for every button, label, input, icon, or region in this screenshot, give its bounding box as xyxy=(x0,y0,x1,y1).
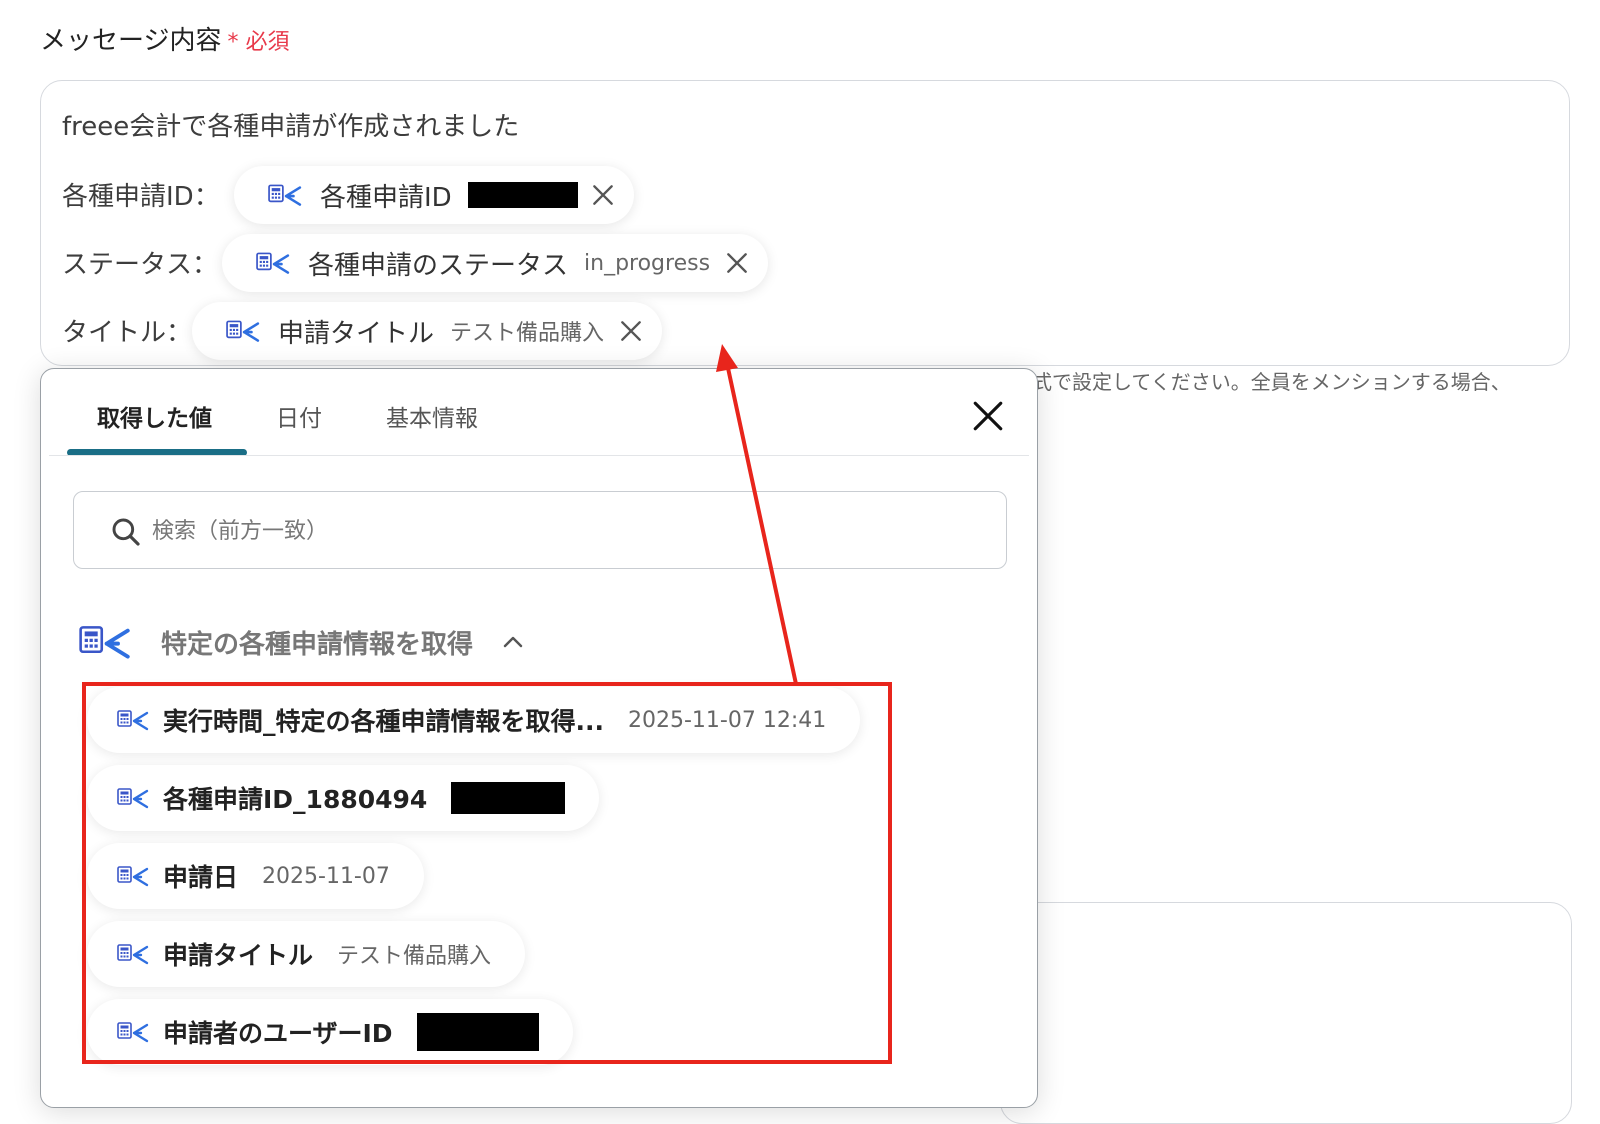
required-asterisk: * xyxy=(227,30,239,55)
message-line-1: freee会計で各種申請が作成されました xyxy=(62,112,520,142)
pill-name: 申請タイトル xyxy=(278,318,435,349)
search-input[interactable] xyxy=(150,510,974,552)
section-header[interactable]: 特定の各種申請情報を取得 xyxy=(79,623,525,661)
redacted-value xyxy=(467,182,578,208)
freee-app-icon xyxy=(256,252,290,274)
variable-pill-title[interactable]: 申請タイトル テスト備品購入 xyxy=(192,302,663,360)
close-icon[interactable] xyxy=(971,399,1005,433)
search-box[interactable] xyxy=(73,491,1007,569)
chevron-up-icon[interactable] xyxy=(501,630,525,654)
field-hint: 式で設定してください。全員をメンションする場合、 xyxy=(1032,370,1511,394)
message-row-prefix: ステータス： xyxy=(62,250,219,280)
pill-value: テスト備品購入 xyxy=(450,321,605,346)
next-field-box[interactable] xyxy=(1000,902,1572,1124)
remove-icon[interactable] xyxy=(724,250,750,276)
section-title: 特定の各種申請情報を取得 xyxy=(161,629,474,660)
tab-divider xyxy=(49,455,1029,456)
tab-date[interactable]: 日付 xyxy=(276,399,322,433)
search-icon xyxy=(112,518,140,546)
field-label-text: メッセージ内容 xyxy=(40,26,222,56)
tab-basic-info[interactable]: 基本情報 xyxy=(386,399,478,433)
freee-app-icon xyxy=(79,625,130,659)
freee-app-icon xyxy=(268,184,302,206)
pill-name: 各種申請のステータス xyxy=(308,250,569,281)
freee-app-icon xyxy=(226,320,260,342)
message-row-prefix: タイトル： xyxy=(62,318,193,348)
variable-pill-application-id[interactable]: 各種申請ID xyxy=(234,166,634,224)
required-text: 必須 xyxy=(245,30,290,55)
remove-icon[interactable] xyxy=(590,182,616,208)
field-label: メッセージ内容 * 必須 xyxy=(40,20,290,57)
message-row-prefix: 各種申請ID： xyxy=(62,182,220,212)
tab-acquired-values[interactable]: 取得した値 xyxy=(97,399,212,433)
pill-name: 各種申請ID xyxy=(320,182,452,213)
annotation-highlight-box xyxy=(82,682,892,1064)
variable-pill-status[interactable]: 各種申請のステータス in_progress xyxy=(222,234,769,292)
remove-icon[interactable] xyxy=(618,318,644,344)
pill-value: in_progress xyxy=(584,250,711,276)
